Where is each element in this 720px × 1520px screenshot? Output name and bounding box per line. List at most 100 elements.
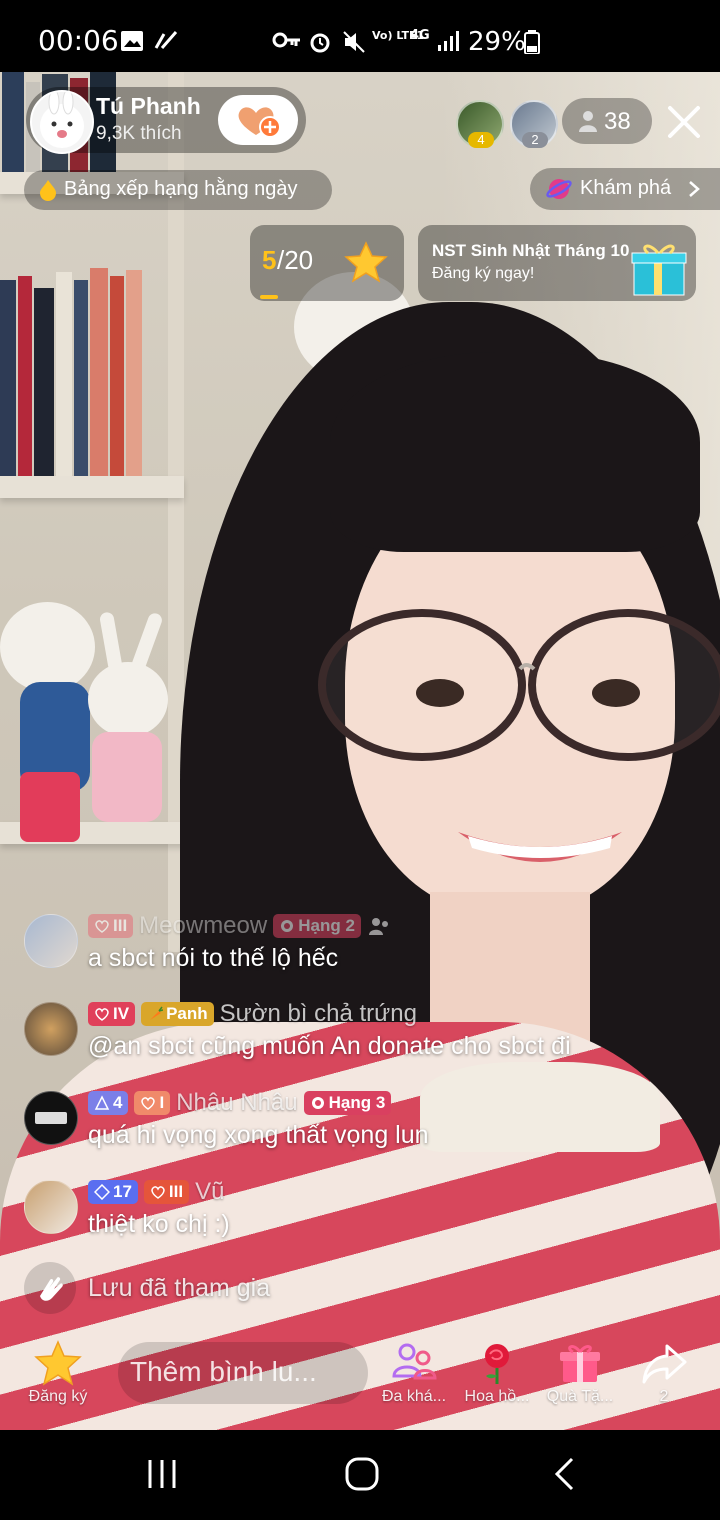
alarm-icon	[310, 33, 330, 53]
gift-button[interactable]: Quà Tặ...	[540, 1338, 620, 1405]
follow-button[interactable]	[218, 95, 298, 145]
home-button[interactable]	[344, 1456, 380, 1492]
comment-text: a sbct nói to thế lộ hếc	[88, 944, 339, 972]
heart-icon	[151, 1186, 165, 1199]
back-button[interactable]	[552, 1456, 576, 1492]
host-info[interactable]: Tú Phanh 9,3K thích	[26, 87, 306, 154]
close-icon	[668, 106, 700, 138]
daily-ranking-button[interactable]: Bảng xếp hạng hằng ngày	[24, 170, 332, 210]
person-bangs	[330, 352, 700, 552]
key-icon	[272, 32, 300, 48]
commenter-name: Vũ	[195, 1178, 225, 1205]
birthday-event-banner[interactable]: NST Sinh Nhật Tháng 10 Đăng ký ngay!	[418, 225, 696, 301]
multi-guest-button[interactable]: Đa khá...	[374, 1338, 454, 1405]
commenter-avatar[interactable]	[24, 1091, 78, 1145]
comment-meta: IV Panh Sườn bì chả trứng	[88, 1000, 417, 1028]
gift-box-icon	[631, 244, 687, 296]
signal-icon	[438, 31, 459, 51]
planet-icon	[546, 179, 572, 199]
recents-icon	[148, 1460, 176, 1488]
mute-icon	[343, 31, 365, 53]
medal-icon	[311, 1097, 324, 1109]
close-button[interactable]	[662, 100, 706, 144]
glasses	[318, 609, 720, 761]
commenter-avatar[interactable]	[24, 1180, 78, 1234]
level-badge: IV	[88, 1002, 136, 1026]
share-icon	[642, 1344, 687, 1384]
viewer-rank-badge: 4	[468, 132, 494, 148]
level-badge: 4	[88, 1091, 129, 1115]
comment-placeholder: Thêm bình lu...	[130, 1356, 317, 1387]
chevron-right-icon	[689, 181, 700, 197]
sweater-collar	[420, 1062, 660, 1152]
comment-meta: 4 I Nhâu Nhâu Hạng 3	[88, 1089, 392, 1117]
fan-badge: I	[134, 1091, 171, 1115]
diamond-icon	[94, 1184, 110, 1200]
gift-icon	[560, 1345, 600, 1382]
fan-club-badge: Panh	[141, 1002, 214, 1026]
block-figure	[20, 772, 80, 842]
level-badge: 17	[88, 1180, 138, 1204]
comment-input[interactable]: Thêm bình lu...	[118, 1342, 368, 1404]
top-viewer-avatar[interactable]: 2	[510, 100, 558, 148]
android-nav-bar	[0, 1430, 720, 1520]
medal-icon	[281, 920, 294, 932]
comment-text: @an sbct cũng muốn An donate cho sbct đi	[88, 1032, 571, 1060]
plush-bunny-head-2	[88, 662, 168, 737]
level-badge: III	[88, 914, 134, 938]
comment-meta: 17 III Vũ	[88, 1178, 224, 1206]
commenter-name: Nhâu Nhâu	[176, 1089, 298, 1116]
explore-button[interactable]: Khám phá	[530, 168, 720, 210]
plush-bunny-head	[0, 602, 95, 692]
star-icon	[34, 1340, 82, 1386]
flame-icon	[40, 180, 56, 201]
comment-text: quá hi vọng xong thất vọng lun	[88, 1121, 429, 1149]
host-likes: 9,3K thích	[96, 123, 182, 144]
smile	[458, 832, 622, 862]
goal-progress	[260, 295, 278, 299]
rank-badge: Hạng 3	[303, 1091, 392, 1115]
back-icon	[554, 1457, 574, 1491]
rank-badge: Hạng 2	[273, 914, 361, 938]
heart-icon	[95, 1008, 109, 1021]
commenter-avatar[interactable]	[24, 1002, 78, 1056]
viewer-count[interactable]: 38	[562, 98, 652, 144]
check-icon	[154, 31, 178, 49]
viewer-rank-badge: 2	[522, 132, 548, 148]
books-middle	[0, 268, 150, 476]
star-icon	[344, 241, 388, 283]
fan-badge: III	[143, 1180, 190, 1204]
comment-meta: III Meowmeow Hạng 2	[88, 912, 391, 940]
wave-icon	[24, 1262, 76, 1314]
subscribe-goal[interactable]: 5 /20	[250, 225, 404, 301]
host-avatar[interactable]	[30, 90, 94, 154]
triangle-icon	[94, 1095, 110, 1110]
shelf-board	[0, 476, 184, 498]
heart-plus-icon	[238, 107, 281, 138]
subscribe-button[interactable]: Đăng ký	[18, 1338, 98, 1405]
group-icon	[368, 918, 388, 935]
commenter-name: Sườn bì chả trứng	[219, 1000, 417, 1027]
home-icon	[345, 1457, 379, 1491]
host-name: Tú Phanh	[96, 93, 201, 119]
battery-icon	[524, 30, 540, 54]
heart-icon	[95, 920, 109, 933]
status-time: 00:06	[38, 24, 119, 57]
share-button[interactable]: 2	[624, 1338, 704, 1405]
rose-gift-button[interactable]: Hoa hồ...	[457, 1338, 537, 1405]
plush-pink-pants	[92, 732, 162, 822]
recent-apps-button[interactable]	[146, 1458, 178, 1490]
top-viewer-avatar[interactable]: 4	[456, 100, 504, 148]
multi-guest-icon	[392, 1343, 437, 1380]
network-type: 4G	[410, 28, 430, 43]
carrot-icon	[150, 1006, 164, 1020]
commenter-name: Meowmeow	[139, 912, 268, 939]
commenter-avatar[interactable]	[24, 914, 78, 968]
person-icon	[579, 111, 597, 132]
gallery-icon	[121, 31, 143, 51]
battery-percent: 29%	[468, 27, 526, 57]
rose-icon	[485, 1344, 509, 1384]
status-bar: 00:06 Vo) LTE1 4G 29%	[0, 0, 720, 72]
comment-text: thiệt ko chị :)	[88, 1210, 230, 1238]
heart-icon	[141, 1097, 156, 1110]
